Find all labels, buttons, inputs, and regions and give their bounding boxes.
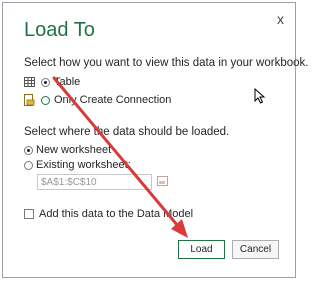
new-worksheet-radio[interactable] (24, 146, 33, 155)
data-model-label[interactable]: Add this data to the Data Model (39, 208, 193, 220)
connection-icon (24, 94, 35, 106)
existing-worksheet-label[interactable]: Existing worksheet: (36, 159, 131, 171)
range-picker-icon[interactable] (157, 176, 169, 187)
dialog-title: Load To (24, 19, 95, 41)
load-to-dialog: Load To x Select how you want to view th… (2, 2, 308, 278)
only-connection-label[interactable]: Only Create Connection (54, 94, 171, 106)
cancel-button[interactable]: Cancel (232, 240, 279, 259)
table-radio[interactable] (41, 78, 50, 87)
table-icon (24, 77, 35, 87)
location-prompt: Select where the data should be loaded. (24, 126, 230, 138)
existing-worksheet-radio[interactable] (24, 161, 33, 170)
close-icon[interactable]: x (277, 11, 284, 27)
new-worksheet-label[interactable]: New worksheet (36, 144, 111, 156)
mouse-pointer-icon (254, 88, 266, 104)
table-label[interactable]: Table (54, 76, 80, 88)
only-connection-radio[interactable] (41, 96, 50, 105)
data-model-checkbox[interactable] (24, 209, 34, 219)
range-input[interactable]: $A$1:$C$10 (37, 174, 152, 190)
view-prompt: Select how you want to view this data in… (24, 57, 309, 69)
load-button[interactable]: Load (178, 240, 225, 259)
